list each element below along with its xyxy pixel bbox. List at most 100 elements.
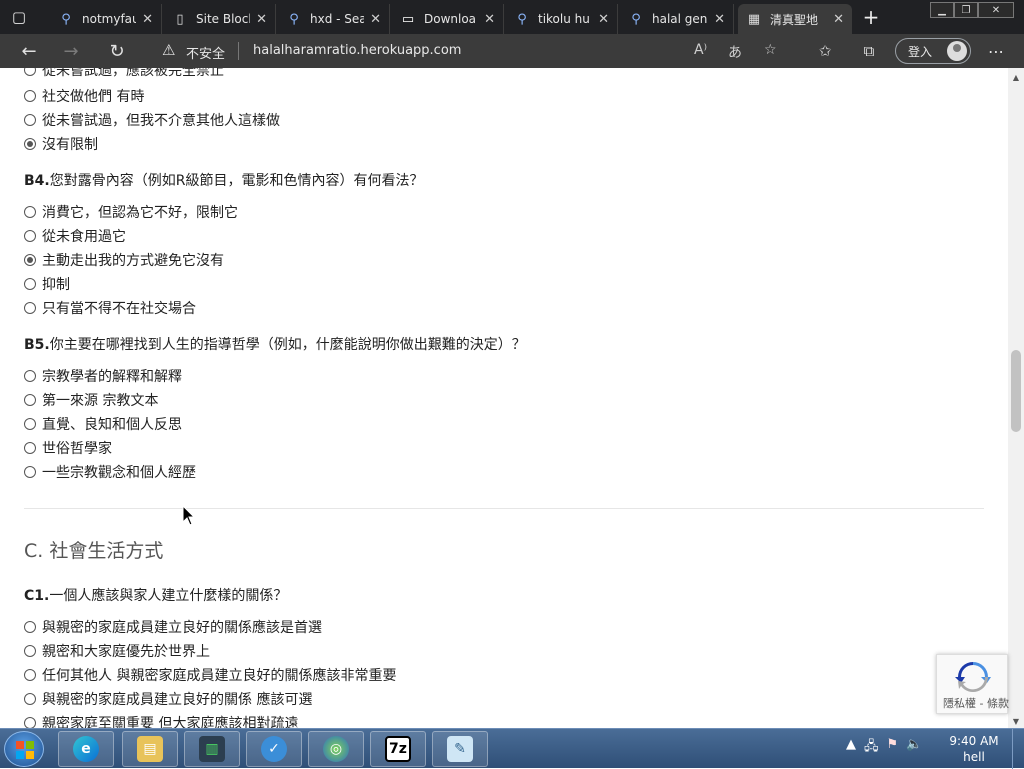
radio-button[interactable] [24,466,36,478]
radio-button[interactable] [24,442,36,454]
url-text[interactable]: halalharamratio.herokuapp.com [253,43,461,58]
new-tab-button[interactable]: + [860,5,882,29]
radio-button[interactable] [24,278,36,290]
radio-button[interactable] [24,418,36,430]
option-b4-5[interactable]: 只有當不得不在社交場合 [24,298,196,318]
close-icon[interactable]: ✕ [142,12,153,27]
address-bar[interactable]: ⚠ 不安全 halalharamratio.herokuapp.com A⁾ あ… [146,37,838,65]
radio-button[interactable] [24,206,36,218]
option-b4-2[interactable]: 從未食用過它 [24,226,126,246]
taskbar-app-7zip[interactable]: 7z [370,731,426,767]
option-b3-2[interactable]: 從未嘗試過，但我不介意其他人這樣做 [24,110,280,130]
signin-label: 登入 [908,44,933,59]
radio-button[interactable] [24,669,36,681]
radio-button[interactable] [24,717,36,728]
scrollbar-thumb[interactable] [1011,350,1021,432]
tab-tikolu[interactable]: ⚲ tikolu hu ✕ [506,4,618,34]
radio-button-checked[interactable] [24,254,36,266]
tab-site-block[interactable]: ▯ Site Block ✕ [164,4,276,34]
minimize-button[interactable]: ▁ [930,2,954,18]
tab-actions-icon[interactable]: ▢ [6,6,32,28]
recaptcha-badge[interactable]: 隱私權 - 條款 [936,654,1009,714]
radio-button[interactable] [24,114,36,126]
taskbar-app-edge[interactable]: e [58,731,114,767]
taskbar-app-notepad[interactable]: ✎ [432,731,488,767]
recaptcha-terms[interactable]: 隱私權 - 條款 [943,695,1009,711]
page-scrollbar[interactable]: ▲ ▼ [1008,68,1024,728]
show-hidden-icons-icon[interactable]: ▲ [846,737,856,761]
taskbar-app-explorer[interactable]: ▤ [122,731,178,767]
option-c1-4[interactable]: 與親密的家庭成員建立良好的關係 應該可選 [24,689,312,709]
system-clock[interactable]: 9:40 AM hell [944,733,1004,765]
tab-download[interactable]: ▭ Downloa ✕ [392,4,504,34]
close-window-button[interactable]: ✕ [978,2,1014,18]
taskbar-app-globe-task[interactable]: ✓ [246,731,302,767]
warning-icon[interactable]: ⚠ [162,41,175,59]
scroll-down-icon[interactable]: ▼ [1011,716,1021,726]
action-center-icon[interactable]: ⚑ [887,737,899,761]
network-icon[interactable]: 🖧 [864,737,879,761]
search-icon: ⚲ [61,11,71,27]
tab-notmyfau[interactable]: ⚲ notmyfau ✕ [50,4,162,34]
tab-halal-gen[interactable]: ⚲ halal gen ✕ [620,4,734,34]
add-favorite-icon[interactable]: ☆ [764,42,777,58]
radio-button[interactable] [24,645,36,657]
browser-toolbar: ← → ↻ ⚠ 不安全 halalharamratio.herokuapp.co… [0,34,1024,68]
radio-button[interactable] [24,621,36,633]
radio-button[interactable] [24,370,36,382]
radio-button[interactable] [24,394,36,406]
option-c1-5[interactable]: 親密家庭至關重要 但大家庭應該相對疏遠 [24,713,298,728]
refresh-button[interactable]: ↻ [104,39,130,63]
radio-button-checked[interactable] [24,138,36,150]
show-desktop-button[interactable] [1012,729,1024,769]
tab-halal-ratio-active[interactable]: ▦ 清真聖地 ✕ [738,4,852,34]
option-b5-5[interactable]: 一些宗教觀念和個人經歷 [24,462,196,482]
close-icon[interactable]: ✕ [370,12,381,27]
option-b4-3[interactable]: 主動走出我的方式避免它沒有 [24,250,224,270]
security-label[interactable]: 不安全 [186,43,225,62]
option-c1-2[interactable]: 親密和大家庭優先於世界上 [24,641,210,661]
radio-button[interactable] [24,230,36,242]
start-button[interactable] [4,731,44,767]
close-icon[interactable]: ✕ [484,12,495,27]
option-b4-1[interactable]: 消費它，但認為它不好，限制它 [24,202,238,222]
volume-icon[interactable]: 🔈 [906,737,922,761]
option-b3-1[interactable]: 社交做他們 有時 [24,86,144,106]
forward-button[interactable]: → [58,39,84,63]
read-aloud-icon[interactable]: A⁾ [694,42,707,58]
close-icon[interactable]: ✕ [598,12,609,27]
option-b5-1[interactable]: 宗教學者的解釋和解釋 [24,366,182,386]
question-b5: B5.你主要在哪裡找到人生的指導哲學（例如，什麼能說明你做出艱難的決定）？ [24,337,526,353]
option-b3-3[interactable]: 沒有限制 [24,134,98,154]
search-icon: ⚲ [289,11,299,27]
favorites-icon[interactable]: ✩ [812,39,838,63]
option-c1-1[interactable]: 與親密的家庭成員建立良好的關係應該是首選 [24,617,322,637]
radio-button[interactable] [24,68,36,76]
collections-icon[interactable]: ⧉ [856,39,882,63]
close-icon[interactable]: ✕ [714,12,725,27]
radio-button[interactable] [24,90,36,102]
option-b3-partial[interactable]: 從未嘗試過，應該被完全禁止 [24,68,224,78]
restore-button[interactable]: ❐ [954,2,978,18]
option-c1-3[interactable]: 任何其他人 與親密家庭成員建立良好的關係應該非常重要 [24,665,396,685]
network-monitor-icon: ▥ [199,736,225,762]
close-icon[interactable]: ✕ [833,12,844,27]
tab-hxd-search[interactable]: ⚲ hxd - Sea ✕ [278,4,390,34]
radio-button[interactable] [24,693,36,705]
taskbar-app-network-monitor[interactable]: ▥ [184,731,240,767]
option-b4-4[interactable]: 抑制 [24,274,70,294]
more-options-icon[interactable]: ⋯ [984,39,1008,63]
edge-icon: e [73,736,99,762]
taskbar-app-globe[interactable]: ◎ [308,731,364,767]
option-b5-2[interactable]: 第一來源 宗教文本 [24,390,158,410]
scroll-up-icon[interactable]: ▲ [1011,72,1021,82]
option-b5-4[interactable]: 世俗哲學家 [24,438,112,458]
clock-time: 9:40 AM [949,734,999,748]
option-b5-3[interactable]: 直覺、良知和個人反思 [24,414,182,434]
signin-button[interactable]: 登入 [895,38,971,64]
close-icon[interactable]: ✕ [256,12,267,27]
back-button[interactable]: ← [16,39,42,63]
search-icon: ⚲ [517,11,527,27]
translate-icon[interactable]: あ [728,42,742,62]
radio-button[interactable] [24,302,36,314]
